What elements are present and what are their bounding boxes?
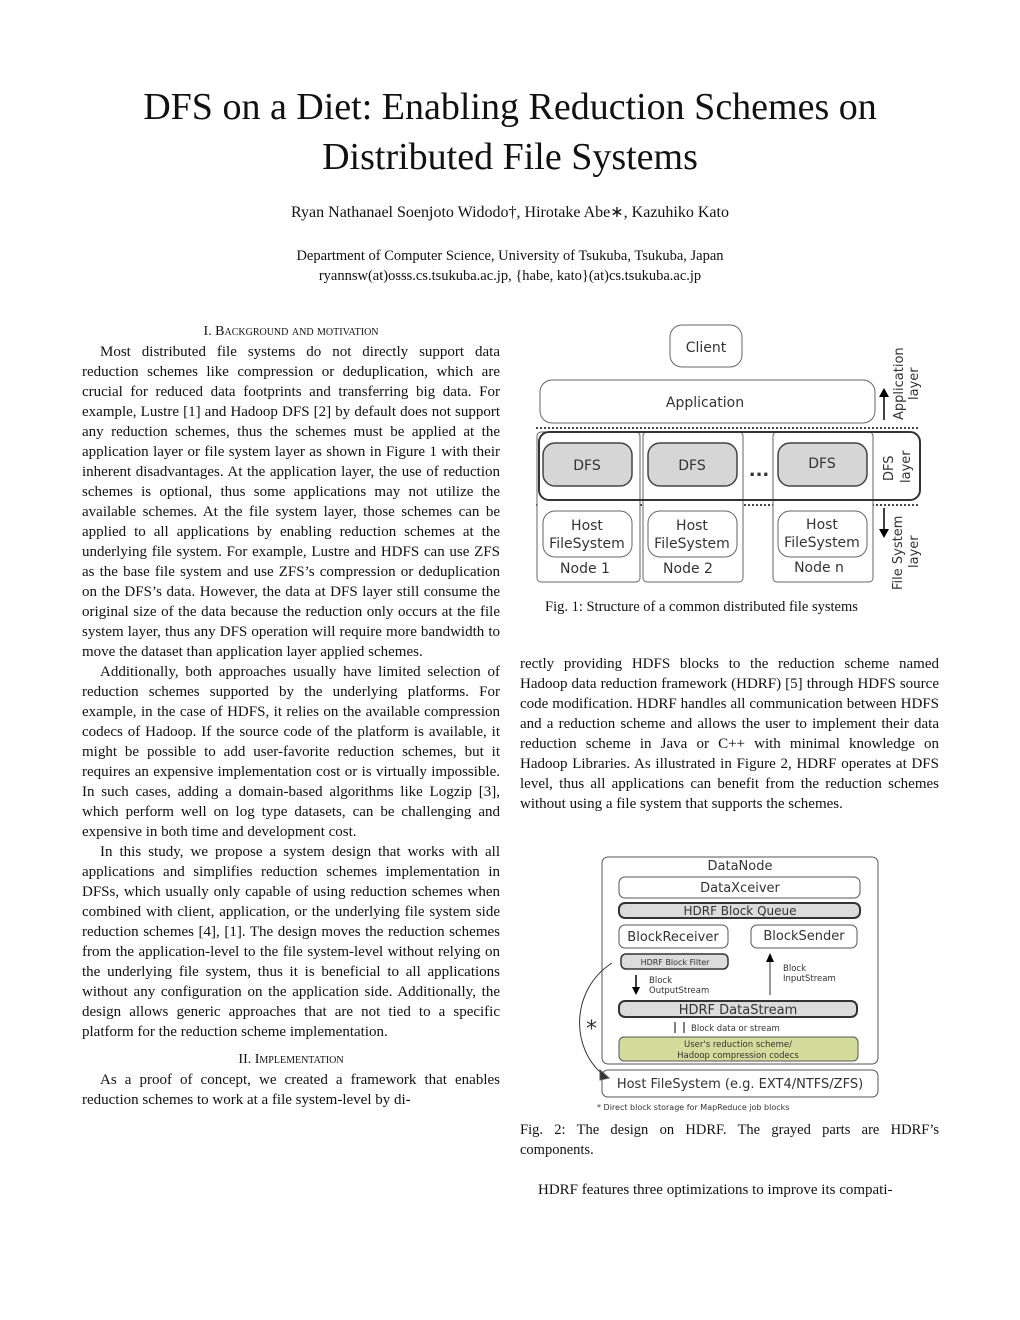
input-stream-label: Block — [783, 964, 806, 974]
node-label: Node 1 — [560, 561, 610, 577]
dfs-label: DFS — [678, 458, 706, 474]
dataxceiver-label: DataXceiver — [700, 881, 780, 896]
output-stream-label: OutputStream — [649, 986, 709, 996]
layer-label: layer — [899, 450, 914, 483]
figure-1: Client Application DFS DFS DFS ... Host … — [536, 324, 922, 590]
host-label: Host — [571, 518, 603, 534]
node-label: Node n — [794, 560, 844, 576]
layer-label: layer — [907, 535, 922, 568]
host-label: FileSystem — [654, 536, 730, 552]
layer-label: layer — [907, 367, 922, 400]
paragraph: HDRF features three optimizations to imp… — [538, 1182, 893, 1198]
layer-label: File System — [891, 516, 906, 590]
host-label: FileSystem — [549, 536, 625, 552]
block-data-label: Block data or stream — [691, 1024, 780, 1034]
figure-2-caption: Fig. 2: The design on HDRF. The grayed p… — [520, 1122, 939, 1158]
block-sender-label: BlockSender — [763, 929, 845, 944]
block-queue-label: HDRF Block Queue — [683, 904, 796, 918]
ellipsis: ... — [749, 460, 770, 481]
application-label: Application — [666, 395, 744, 411]
client-label: Client — [686, 340, 727, 356]
block-receiver-label: BlockReceiver — [627, 930, 719, 945]
host-filesystem-label: Host FileSystem (e.g. EXT4/NTFS/ZFS) — [617, 1077, 863, 1092]
layer-label: DFS — [882, 455, 897, 481]
input-stream-label: InputStream — [783, 974, 836, 984]
arrow-up-head — [879, 388, 889, 397]
right-column-top: rectly providing HDFS blocks to the redu… — [520, 654, 939, 814]
host-label: Host — [806, 517, 838, 533]
block-filter-label: HDRF Block Filter — [641, 958, 711, 967]
figure-footnote: * Direct block storage for MapReduce job… — [597, 1103, 789, 1112]
output-stream-label: Block — [649, 976, 672, 986]
host-label: Host — [676, 518, 708, 534]
node-label: Node 2 — [663, 561, 713, 577]
figure-1-caption: Fig. 1: Structure of a common distribute… — [545, 599, 858, 615]
dfs-label: DFS — [808, 456, 836, 472]
reduction-scheme-label: Hadoop compression codecs — [677, 1051, 799, 1061]
reduction-scheme-label: User's reduction scheme/ — [684, 1040, 792, 1050]
figure-2: DataNode DataXceiver HDRF Block Queue Bl… — [579, 856, 879, 1112]
host-label: FileSystem — [784, 535, 860, 551]
arrow-down-head — [879, 529, 889, 538]
dfs-label: DFS — [573, 458, 601, 474]
datastream-label: HDRF DataStream — [679, 1003, 798, 1018]
layer-label: Application — [892, 347, 907, 420]
datanode-label: DataNode — [708, 859, 773, 874]
paragraph: rectly providing HDFS blocks to the redu… — [520, 656, 939, 812]
right-column-bottom: HDRF features three optimizations to imp… — [520, 1180, 939, 1200]
asterisk-mark: * — [586, 1017, 597, 1042]
